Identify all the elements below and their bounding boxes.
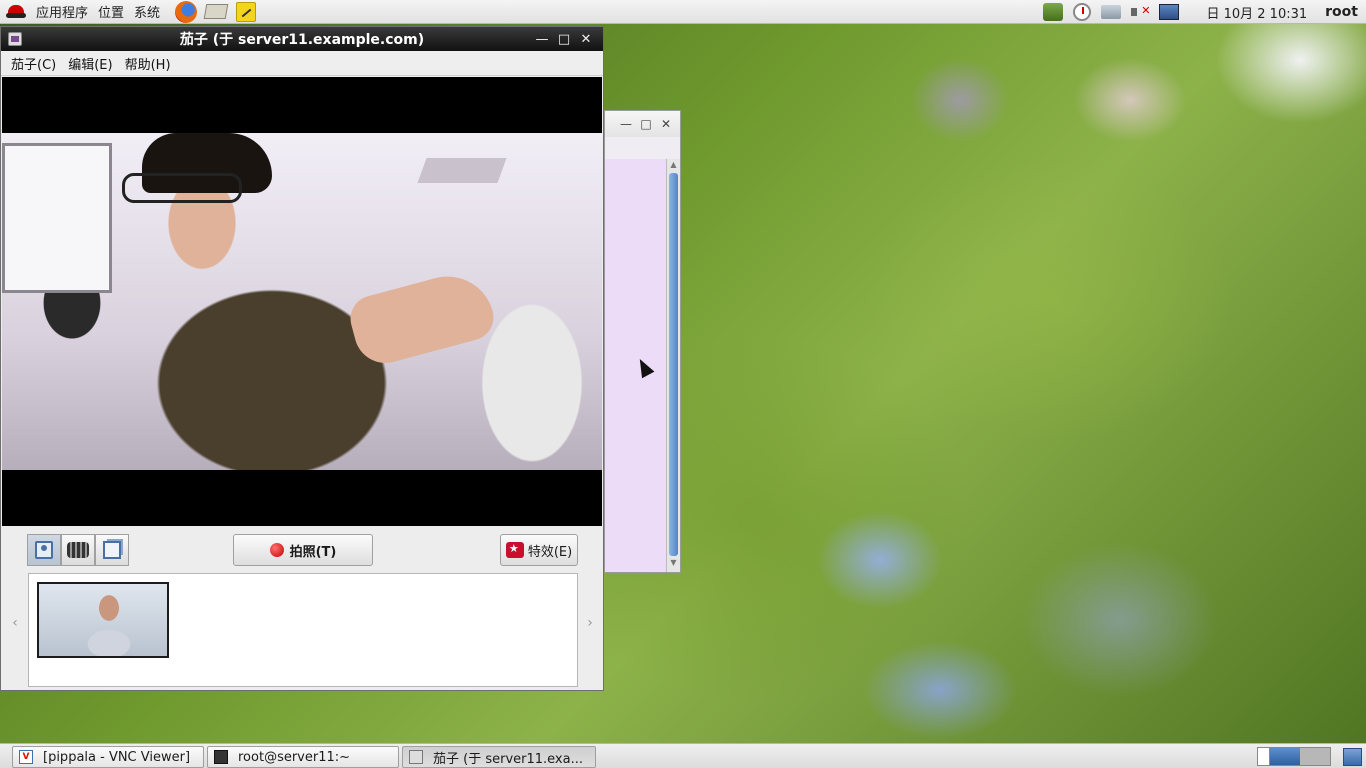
menu-edit[interactable]: 编辑(E) [62,54,118,73]
cheese-toolbar: 拍照(T) 特效(E) [1,530,603,568]
burst-mode-button[interactable] [95,534,129,566]
menu-applications[interactable]: 应用程序 [34,2,96,21]
thumbnail-strip[interactable] [28,573,578,687]
clock-icon[interactable] [1071,2,1093,22]
workspace-2[interactable] [1270,748,1300,765]
volume-muted-icon[interactable] [1129,2,1151,22]
task-vnc-viewer[interactable]: V [pippala - VNC Viewer] [12,746,204,768]
vnc-icon: V [19,750,33,764]
take-photo-button[interactable]: 拍照(T) [233,534,373,566]
record-icon [269,543,284,557]
workspace-3[interactable] [1300,748,1330,765]
workspace-1[interactable] [1258,748,1270,765]
firefox-launcher[interactable] [174,0,198,23]
effects-label: 特效(E) [527,544,573,560]
bottom-taskbar: V [pippala - VNC Viewer] root@server11:~… [0,743,1366,768]
mail-icon [203,4,229,19]
menu-system[interactable]: 系统 [132,2,168,21]
webcam-preview [2,77,602,526]
menu-cheese[interactable]: 茄子(C) [5,54,62,73]
menu-places[interactable]: 位置 [96,2,132,21]
scroll-up-icon[interactable]: ▲ [667,160,680,173]
top-panel: 应用程序 位置 系统 日 10月 2 10:31 root [0,0,1366,24]
chevron-left-icon[interactable]: ‹ [8,615,22,631]
webcam-frame [2,133,602,470]
network-icon[interactable] [1100,2,1122,22]
task-label: root@server11:~ [238,749,351,765]
task-cheese[interactable]: 茄子 (于 server11.exa... [402,746,596,768]
video-mode-icon [67,542,89,558]
terminal-scrollbar[interactable]: ▲ ▼ [666,159,680,572]
maximize-icon[interactable]: □ [553,32,575,47]
task-terminal[interactable]: root@server11:~ [207,746,399,768]
notes-launcher[interactable] [234,1,258,23]
scrollbar-thumb[interactable] [669,173,678,556]
cheese-window: 茄子 (于 server11.example.com) — □ ✕ 茄子(C) … [0,26,604,691]
panel-user[interactable]: root [1325,4,1358,20]
mode-switcher [27,534,129,566]
photo-mode-button[interactable] [27,534,61,566]
effects-icon [505,542,524,558]
photo-thumbnail[interactable] [37,582,169,658]
take-photo-label: 拍照(T) [289,544,337,560]
task-label: [pippala - VNC Viewer] [43,749,191,765]
maximize-icon[interactable]: □ [636,117,656,131]
workspace-switcher[interactable] [1257,747,1331,766]
minimize-icon[interactable]: — [616,117,636,131]
close-icon[interactable]: ✕ [575,32,597,47]
update-icon[interactable] [1042,2,1064,22]
menu-help[interactable]: 帮助(H) [119,54,177,73]
cheese-titlebar[interactable]: 茄子 (于 server11.example.com) — □ ✕ [1,27,603,51]
effects-button[interactable]: 特效(E) [500,534,578,566]
burst-mode-icon [103,541,121,559]
firefox-icon [175,0,198,23]
scroll-down-icon[interactable]: ▼ [667,558,680,571]
system-tray: 日 10月 2 10:31 root [1035,0,1366,24]
video-mode-button[interactable] [61,534,95,566]
terminal-titlebar[interactable]: — □ ✕ [605,111,680,137]
panel-menus: 应用程序 位置 系统 [0,0,258,23]
chevron-right-icon[interactable]: › [583,615,597,631]
menubar: 茄子(C) 编辑(E) 帮助(H) [1,51,603,76]
panel-clock[interactable]: 日 10月 2 10:31 [1206,3,1307,22]
notes-icon [236,1,257,22]
trash-icon[interactable] [1343,748,1362,766]
window-title: 茄子 (于 server11.example.com) [179,32,425,48]
terminal-icon [214,750,228,764]
photo-mode-icon [35,541,53,559]
terminal-window[interactable]: — □ ✕ ▲ ▼ [604,110,681,573]
cheese-icon [409,750,423,764]
close-icon[interactable]: ✕ [656,117,676,131]
mail-launcher[interactable] [203,1,229,23]
redhat-logo-icon[interactable] [6,3,28,21]
minimize-icon[interactable]: — [531,32,553,47]
task-label: 茄子 (于 server11.exa... [433,751,583,767]
monitor-icon[interactable] [1158,2,1180,22]
